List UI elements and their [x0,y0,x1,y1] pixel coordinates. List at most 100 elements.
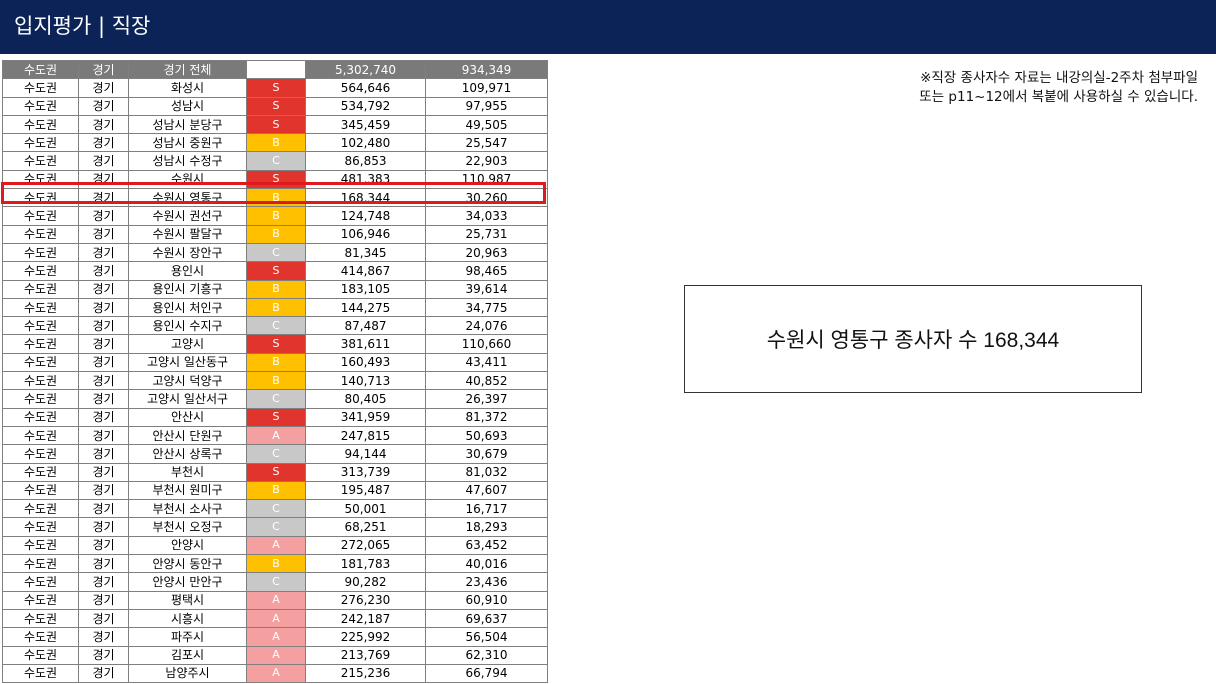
region-cell: 수도권 [2,480,79,501]
region-cell: 수도권 [2,96,79,116]
city-cell: 수원시 권선구 [128,206,247,226]
region-cell: 수도권 [2,114,79,135]
workers-cell: 381,611 [305,334,426,354]
grade-badge: C [246,151,306,171]
grade-badge: B [246,480,306,501]
grade-badge: B [246,352,306,373]
table-row: 수도권 경기 평택시 A 276,230 60,910 [2,590,548,610]
city-cell: 화성시 [128,78,247,98]
region-cell: 수도권 [2,151,79,171]
city-cell: 수원시 팔달구 [128,224,247,244]
table-row: 수도권 경기 고양시 덕양구 B 140,713 40,852 [2,371,548,391]
header-city: 경기 전체 [128,59,247,80]
city-cell: 성남시 중원구 [128,133,247,153]
province-cell: 경기 [78,188,129,208]
province-cell: 경기 [78,590,129,610]
note-line-1: ※직장 종사자수 자료는 내강의실-2주차 첨부파일 [920,70,1198,86]
city-cell: 성남시 [128,96,247,116]
grade-badge: S [246,407,306,427]
grade-badge: B [246,206,306,226]
region-cell: 수도권 [2,425,79,446]
workers-cell: 276,230 [305,590,426,610]
workers-cell: 534,792 [305,96,426,116]
header-region: 수도권 [2,59,79,80]
table-body: 수도권 경기 경기 전체 5,302,740 934,349 수도권 경기 화성시 S… [2,59,548,684]
region-cell: 수도권 [2,535,79,556]
grade-badge: B [246,371,306,391]
businesses-cell: 34,775 [425,297,548,318]
grade-badge: B [246,224,306,244]
workers-cell: 94,144 [305,444,426,464]
header-workers-total: 5,302,740 [305,59,426,80]
workers-cell: 81,345 [305,242,426,263]
businesses-cell: 18,293 [425,517,548,537]
grade-badge: C [246,389,306,409]
grade-badge: S [246,462,306,482]
table-row: 수도권 경기 고양시 일산동구 B 160,493 43,411 [2,352,548,373]
businesses-cell: 81,372 [425,407,548,427]
city-cell: 안산시 [128,407,247,427]
city-cell: 안양시 동안구 [128,554,247,574]
table-row: 수도권 경기 수원시 S 481,383 110,987 [2,169,548,190]
city-cell: 안양시 만안구 [128,572,247,592]
businesses-cell: 109,971 [425,78,548,98]
table-row: 수도권 경기 부천시 원미구 B 195,487 47,607 [2,480,548,501]
province-cell: 경기 [78,96,129,116]
businesses-cell: 97,955 [425,96,548,116]
businesses-cell: 66,794 [425,663,548,684]
note-line-2: 또는 p11~12에서 복붙에 사용하실 수 있습니다. [919,89,1198,105]
businesses-cell: 16,717 [425,499,548,519]
grade-badge: C [246,242,306,263]
table-row: 수도권 경기 안양시 만안구 C 90,282 23,436 [2,572,548,592]
businesses-cell: 50,693 [425,425,548,446]
region-cell: 수도권 [2,169,79,190]
grade-badge: B [246,133,306,153]
region-cell: 수도권 [2,554,79,574]
city-cell: 성남시 분당구 [128,114,247,135]
table-row: 수도권 경기 안산시 단원구 A 247,815 50,693 [2,425,548,446]
province-cell: 경기 [78,554,129,574]
region-cell: 수도권 [2,188,79,208]
header-province: 경기 [78,59,129,80]
region-cell: 수도권 [2,663,79,684]
province-cell: 경기 [78,425,129,446]
workers-cell: 213,769 [305,645,426,665]
grade-badge: A [246,425,306,446]
region-cell: 수도권 [2,590,79,610]
workers-cell: 414,867 [305,261,426,281]
province-cell: 경기 [78,371,129,391]
businesses-cell: 39,614 [425,279,548,299]
workers-cell: 272,065 [305,535,426,556]
province-cell: 경기 [78,444,129,464]
region-cell: 수도권 [2,78,79,98]
city-cell: 용인시 기흥구 [128,279,247,299]
province-cell: 경기 [78,352,129,373]
workplace-table: 수도권 경기 경기 전체 5,302,740 934,349 수도권 경기 화성시 S… [2,59,548,684]
table-row: 수도권 경기 수원시 팔달구 B 106,946 25,731 [2,224,548,244]
businesses-cell: 110,987 [425,169,548,190]
businesses-cell: 30,679 [425,444,548,464]
businesses-cell: 49,505 [425,114,548,135]
businesses-cell: 25,731 [425,224,548,244]
table-row: 수도권 경기 남양주시 A 215,236 66,794 [2,663,548,684]
workers-cell: 124,748 [305,206,426,226]
workers-cell: 86,853 [305,151,426,171]
region-cell: 수도권 [2,279,79,299]
city-cell: 김포시 [128,645,247,665]
region-cell: 수도권 [2,407,79,427]
region-cell: 수도권 [2,517,79,537]
workers-cell: 140,713 [305,371,426,391]
table-header-row: 수도권 경기 경기 전체 5,302,740 934,349 [2,59,548,80]
workers-cell: 80,405 [305,389,426,409]
region-cell: 수도권 [2,352,79,373]
region-cell: 수도권 [2,627,79,647]
table-row: 수도권 경기 김포시 A 213,769 62,310 [2,645,548,665]
title-bar: 입지평가 | 직장 [0,0,1216,54]
table-row: 수도권 경기 시흥시 A 242,187 69,637 [2,608,548,629]
grade-badge: B [246,554,306,574]
workers-cell: 102,480 [305,133,426,153]
table-row: 수도권 경기 부천시 소사구 C 50,001 16,717 [2,499,548,519]
businesses-cell: 62,310 [425,645,548,665]
province-cell: 경기 [78,334,129,354]
workers-cell: 215,236 [305,663,426,684]
